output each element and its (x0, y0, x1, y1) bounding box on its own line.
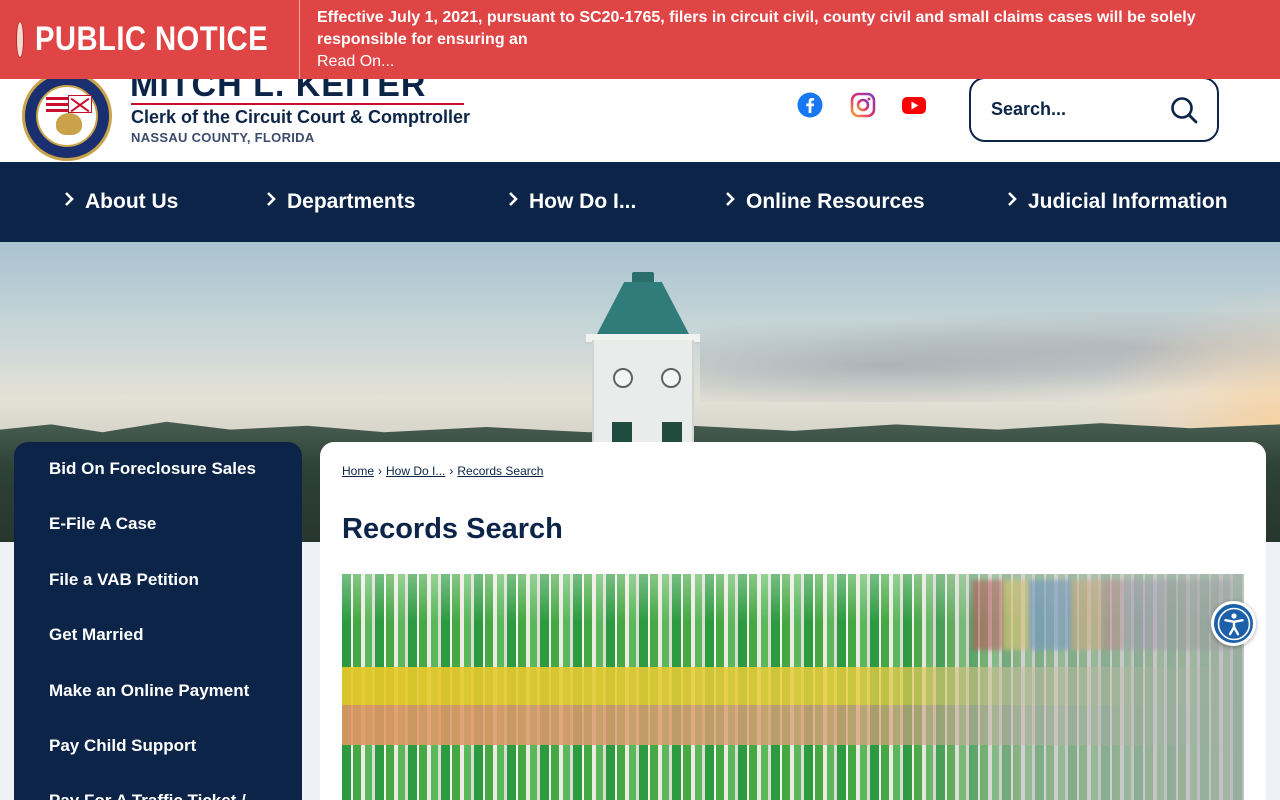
nav-label: Online Resources (746, 190, 925, 213)
nav-departments[interactable]: Departments (264, 162, 415, 242)
clock-icon (613, 368, 633, 388)
sidebar-item-get-married[interactable]: Get Married (14, 612, 302, 667)
records-files-photo (342, 574, 1244, 800)
breadcrumb-current[interactable]: Records Search (457, 464, 543, 478)
breadcrumb-how-do-i[interactable]: How Do I... (386, 464, 445, 478)
notice-label-group: PUBLIC NOTICE (0, 0, 300, 79)
clock-icon (661, 368, 681, 388)
county-name: NASSAU COUNTY, FLORIDA (131, 130, 315, 145)
site-search (969, 77, 1219, 142)
search-icon[interactable] (1169, 95, 1199, 125)
search-input[interactable] (991, 99, 1161, 120)
sidebar-item-child-support[interactable]: Pay Child Support (14, 723, 302, 778)
public-notice-banner: PUBLIC NOTICE Effective July 1, 2021, pu… (0, 0, 1280, 79)
sidebar-item-bid-foreclosure[interactable]: Bid On Foreclosure Sales (14, 446, 302, 501)
chevron-right-icon (506, 190, 524, 214)
nav-about-us[interactable]: About Us (62, 162, 178, 242)
site-header: MITCH L. KEITER Clerk of the Circuit Cou… (0, 66, 1280, 162)
main-navigation: About Us Departments How Do I... Online … (0, 162, 1280, 242)
main-content: Home › How Do I... › Records Search Records … (320, 442, 1266, 800)
chevron-right-icon (1005, 190, 1023, 214)
notice-message: Effective July 1, 2021, pursuant to SC20… (317, 9, 1196, 48)
notice-text: Effective July 1, 2021, pursuant to SC20… (300, 0, 1280, 79)
notice-title: PUBLIC NOTICE (35, 20, 269, 58)
sidebar-item-online-payment[interactable]: Make an Online Payment (14, 668, 302, 723)
brand-divider (131, 103, 464, 105)
instagram-icon[interactable] (850, 92, 876, 118)
county-seal-logo[interactable] (22, 71, 112, 161)
sidebar-menu: Bid On Foreclosure Sales E-File A Case F… (14, 442, 302, 800)
chevron-right-icon (264, 190, 282, 214)
accessibility-icon[interactable] (1211, 601, 1256, 646)
page-title: Records Search (342, 513, 563, 545)
nav-judicial-information[interactable]: Judicial Information (1005, 162, 1228, 242)
clerk-title: Clerk of the Circuit Court & Comptroller (131, 107, 471, 127)
read-on-link[interactable]: Read On... (317, 51, 1264, 73)
nav-online-resources[interactable]: Online Resources (723, 162, 925, 242)
youtube-icon[interactable] (901, 92, 927, 118)
sidebar-item-traffic-ticket[interactable]: Pay For A Traffic Ticket / (14, 778, 302, 800)
nav-label: How Do I... (529, 190, 637, 213)
chevron-right-icon (723, 190, 741, 214)
nav-label: About Us (85, 190, 179, 213)
facebook-icon[interactable] (797, 92, 823, 118)
breadcrumb-home[interactable]: Home (342, 464, 374, 478)
alert-dot-icon (17, 22, 23, 57)
chevron-right-icon (62, 190, 80, 214)
nav-label: Judicial Information (1028, 190, 1228, 213)
nav-label: Departments (287, 190, 416, 213)
sidebar-item-vab-petition[interactable]: File a VAB Petition (14, 557, 302, 612)
breadcrumb: Home › How Do I... › Records Search (342, 464, 544, 478)
sidebar-item-efile[interactable]: E-File A Case (14, 501, 302, 556)
nav-how-do-i[interactable]: How Do I... (506, 162, 636, 242)
